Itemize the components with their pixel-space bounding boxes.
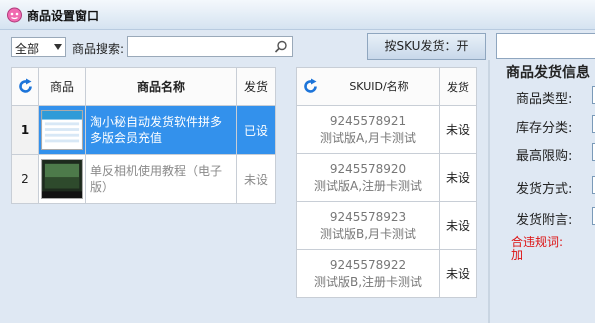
sku-shipping-toggle-button[interactable]: 按SKU发货：开 (367, 33, 486, 60)
product-status: 已设 (236, 105, 276, 155)
table-row[interactable]: 9245578922 测试版B,注册卡测试 未设 (296, 249, 477, 298)
filter-select-value: 全部 (15, 42, 40, 56)
product-thumbnail (41, 110, 83, 150)
product-thumbnail-cell (38, 154, 86, 204)
product-table: 商品 商品名称 发货 1 淘小秘自动发货软件拼多多版会员充值 已设 2 单反相机… (11, 67, 276, 204)
sku-cell: 9245578920 测试版A,注册卡测试 (296, 153, 440, 202)
sku-status: 未设 (439, 201, 477, 250)
stock-category-label: 库存分类: (516, 121, 573, 136)
refresh-icon[interactable] (17, 78, 34, 95)
sku-table: SKUID/名称 发货 9245578921 测试版A,月卡测试 未设 9245… (296, 67, 477, 298)
panel-divider (488, 60, 490, 323)
filter-select[interactable]: 全部 (11, 37, 66, 57)
column-header-sku: SKUID/名称 (296, 67, 440, 106)
shipping-info-heading: 商品发货信息 (506, 65, 590, 81)
sku-name: 测试版B,月卡测试 (319, 226, 417, 241)
sku-status: 未设 (439, 249, 477, 298)
column-header-status: 发货 (236, 67, 276, 106)
max-limit-label: 最高限购: (516, 149, 573, 164)
sku-id: 9245578920 (329, 161, 407, 176)
sku-name: 测试版B,注册卡测试 (313, 274, 423, 289)
product-status: 未设 (236, 154, 276, 204)
column-header-name: 商品名称 (85, 67, 237, 106)
sku-name: 测试版A,注册卡测试 (313, 178, 423, 193)
refresh-icon[interactable] (302, 78, 319, 95)
sku-table-header: SKUID/名称 发货 (296, 67, 477, 106)
sku-cell: 9245578921 测试版A,月卡测试 (296, 105, 440, 154)
table-row[interactable]: 9245578920 测试版A,注册卡测试 未设 (296, 153, 477, 202)
table-row[interactable]: 1 淘小秘自动发货软件拼多多版会员充值 已设 (11, 105, 276, 155)
table-row[interactable]: 9245578921 测试版A,月卡测试 未设 (296, 105, 477, 154)
sku-cell: 9245578923 测试版B,月卡测试 (296, 201, 440, 250)
sku-id: 9245578922 (329, 257, 407, 272)
shipping-info-panel: 商品发货信息 商品类型: 库存分类: 最高限购: 发货方式: 发货附言: 合违规… (496, 60, 595, 323)
sku-status: 未设 (439, 105, 477, 154)
sku-name: 测试版A,月卡测试 (319, 130, 417, 145)
title-bar: 商品设置窗口 (0, 0, 595, 30)
app-logo-icon (7, 7, 22, 23)
search-icon[interactable] (274, 40, 288, 54)
window-title: 商品设置窗口 (27, 9, 100, 23)
product-name: 淘小秘自动发货软件拼多多版会员充值 (85, 105, 237, 155)
product-thumbnail-cell (38, 105, 86, 155)
product-table-header: 商品 商品名称 发货 (11, 67, 276, 106)
violation-warning: 合违规词:加 (511, 235, 564, 262)
sku-id: 9245578921 (329, 113, 407, 128)
right-field[interactable] (496, 33, 595, 59)
product-name: 单反相机使用教程（电子版） (85, 154, 237, 204)
sku-status: 未设 (439, 153, 477, 202)
row-index: 1 (11, 105, 39, 155)
column-header-image: 商品 (38, 67, 86, 106)
product-thumbnail (41, 159, 83, 199)
chevron-down-icon (54, 44, 62, 50)
row-index: 2 (11, 154, 39, 204)
search-label: 商品搜索: (72, 42, 125, 56)
refresh-products-cell[interactable] (11, 67, 39, 106)
column-header-sku-label: SKUID/名称 (349, 80, 409, 93)
sku-id: 9245578923 (329, 209, 407, 224)
ship-note-label: 发货附言: (516, 213, 573, 228)
column-header-sku-status: 发货 (439, 67, 477, 106)
table-row[interactable]: 9245578923 测试版B,月卡测试 未设 (296, 201, 477, 250)
search-input[interactable] (127, 36, 293, 57)
sku-cell: 9245578922 测试版B,注册卡测试 (296, 249, 440, 298)
table-row[interactable]: 2 单反相机使用教程（电子版） 未设 (11, 154, 276, 204)
ship-method-label: 发货方式: (516, 182, 573, 197)
product-type-label: 商品类型: (516, 92, 573, 107)
